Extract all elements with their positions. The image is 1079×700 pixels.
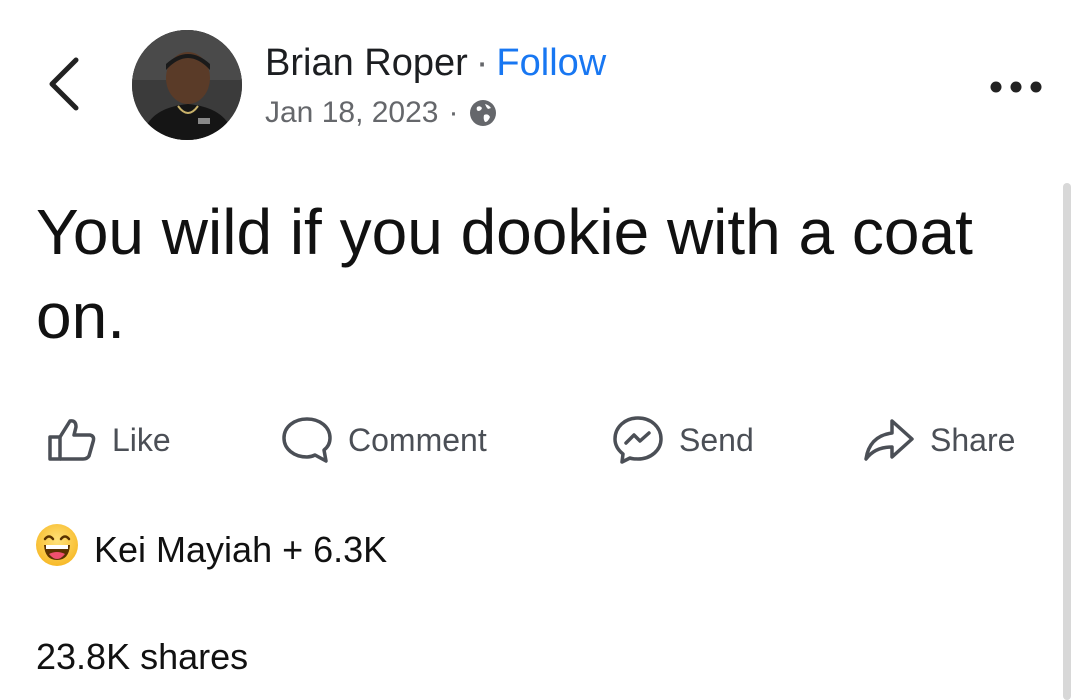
more-options-button[interactable] — [988, 72, 1044, 102]
post-text: You wild if you dookie with a coat on. — [36, 196, 973, 352]
reactions-label: Kei Mayiah + 6.3K — [94, 528, 388, 570]
thumbs-up-icon — [48, 419, 96, 461]
laughing-emoji-icon — [34, 522, 80, 577]
shares-count[interactable]: 23.8K shares — [36, 636, 248, 678]
post-actions: Like Comment Send Share — [0, 410, 1079, 470]
back-button[interactable] — [40, 52, 88, 116]
profile-photo — [132, 30, 242, 140]
send-button[interactable]: Send — [611, 410, 754, 470]
author-name[interactable]: Brian Roper — [265, 42, 468, 84]
messenger-icon — [613, 416, 663, 464]
more-dots-icon — [990, 81, 1042, 93]
globe-icon — [468, 98, 498, 128]
post-date[interactable]: Jan 18, 2023 — [265, 94, 438, 132]
author-row: Brian Roper · Follow — [265, 40, 606, 86]
reactions-summary[interactable]: Kei Mayiah + 6.3K — [34, 522, 387, 577]
share-arrow-icon — [864, 419, 914, 461]
name-separator: · — [475, 42, 489, 84]
post-header: Brian Roper · Follow Jan 18, 2023 · — [265, 40, 606, 132]
comment-button[interactable]: Comment — [280, 410, 487, 470]
avatar[interactable] — [132, 30, 242, 140]
post-meta: Jan 18, 2023 · — [265, 94, 606, 132]
send-label: Send — [679, 421, 754, 458]
comment-bubble-icon — [282, 417, 332, 463]
date-separator: · — [448, 96, 459, 129]
chevron-left-icon — [49, 57, 79, 111]
share-label: Share — [930, 421, 1016, 458]
share-button[interactable]: Share — [862, 410, 1015, 470]
like-button[interactable]: Like — [46, 410, 171, 470]
comment-label: Comment — [348, 421, 487, 458]
follow-button[interactable]: Follow — [496, 42, 606, 84]
like-label: Like — [112, 421, 171, 458]
